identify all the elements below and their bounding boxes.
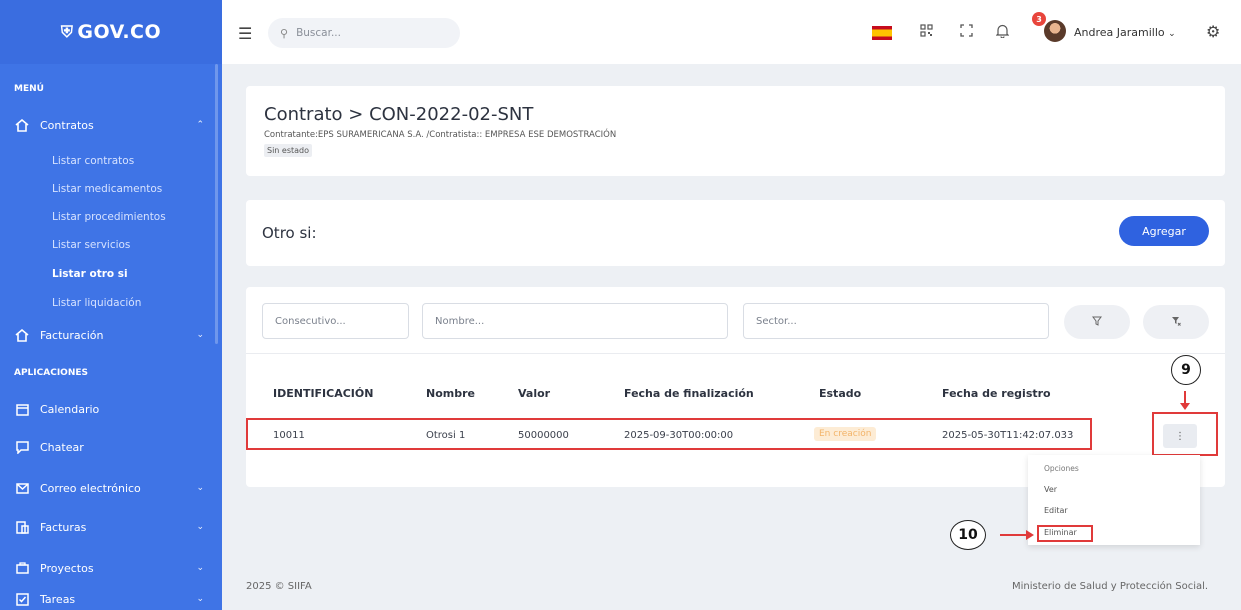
chevron-down-icon: ⌄ (196, 594, 204, 604)
home-icon (14, 118, 30, 132)
home-icon (14, 328, 30, 342)
sidebar-item-facturacion[interactable]: Facturación ⌄ (14, 328, 204, 342)
step-marker-9: 9 (1171, 355, 1201, 385)
footer-copyright: 2025 © SIIFA (246, 581, 312, 592)
add-button[interactable]: Agregar (1119, 216, 1209, 246)
qr-grid-icon[interactable] (920, 24, 933, 41)
task-icon (14, 592, 30, 606)
search-icon: ⚲ (280, 26, 289, 40)
gear-icon[interactable]: ⚙ (1206, 22, 1220, 41)
sidebar-scrollbar[interactable] (215, 64, 218, 344)
clear-filter-icon (1171, 316, 1181, 329)
contract-header-card: Contrato > CON-2022-02-SNT Contratante:E… (246, 86, 1225, 176)
contract-parties: Contratante:EPS SURAMERICANA S.A. /Contr… (264, 130, 617, 140)
sidebar-item-chatear[interactable]: Chatear (14, 440, 204, 454)
consecutivo-filter-input[interactable]: Consecutivo... (262, 303, 409, 339)
column-header-nombre: Nombre (426, 387, 475, 400)
sidebar-item-label: Calendario (40, 402, 100, 416)
logo-text: GOV.CO (77, 21, 162, 43)
page-title: Contrato > CON-2022-02-SNT (264, 104, 534, 125)
menu-item-ver[interactable]: Ver (1044, 485, 1057, 494)
table-row-highlight (246, 418, 1092, 450)
footer-ministry: Ministerio de Salud y Protección Social. (1012, 581, 1209, 592)
sidebar-item-contratos[interactable]: Contratos ⌃ (14, 118, 204, 132)
annotation-highlight-box (1152, 412, 1218, 456)
column-header-fecha-finalizacion: Fecha de finalización (624, 387, 754, 400)
briefcase-icon (14, 561, 30, 575)
chevron-down-icon: ⌄ (196, 330, 204, 340)
column-header-identificacion: IDENTIFICACIÓN (273, 387, 374, 400)
divider (246, 353, 1225, 354)
invoice-icon (14, 520, 30, 534)
column-header-estado: Estado (819, 387, 862, 400)
annotation-highlight-box (1037, 525, 1093, 542)
column-header-valor: Valor (518, 387, 551, 400)
nombre-filter-input[interactable]: Nombre... (422, 303, 728, 339)
filter-icon (1092, 316, 1102, 329)
sidebar-item-label: Facturas (40, 520, 87, 534)
user-name: Andrea Jaramillo (1074, 26, 1165, 39)
annotation-arrow-head (1026, 530, 1034, 540)
sidebar-item-label: Facturación (40, 328, 104, 342)
clear-filter-button[interactable] (1143, 305, 1209, 339)
sidebar-item-label: Tareas (40, 592, 76, 606)
bell-icon[interactable] (995, 24, 1010, 42)
sidebar: ⛨ GOV.CO MENÚ Contratos ⌃ Listar contrat… (0, 0, 222, 610)
sidebar-subitem-listar-liquidacion[interactable]: Listar liquidación (52, 297, 141, 309)
logo-bar: ⛨ GOV.CO (0, 0, 222, 64)
chevron-up-icon: ⌃ (196, 120, 204, 130)
spain-flag-icon[interactable] (872, 26, 892, 40)
avatar[interactable] (1044, 20, 1066, 42)
column-header-fecha-registro: Fecha de registro (942, 387, 1051, 400)
sidebar-item-label: Proyectos (40, 561, 94, 575)
sector-filter-input[interactable]: Sector... (743, 303, 1049, 339)
mail-icon (14, 481, 30, 495)
top-bar: ☰ ⚲ Buscar... 3 Andrea Jaramillo ⌄ ⚙ (222, 0, 1241, 64)
chevron-down-icon: ⌄ (1168, 29, 1176, 39)
otrosi-header-card: Otro si: Agregar (246, 200, 1225, 266)
menu-header: MENÚ (14, 84, 44, 94)
search-input[interactable]: ⚲ Buscar... (268, 18, 460, 48)
apps-header: APLICACIONES (14, 368, 88, 378)
dropdown-header: Opciones (1044, 464, 1079, 473)
sidebar-item-facturas[interactable]: Facturas ⌄ (14, 520, 204, 534)
chevron-down-icon: ⌄ (196, 483, 204, 493)
sidebar-item-calendario[interactable]: Calendario (14, 402, 204, 416)
sidebar-subitem-listar-otro-si[interactable]: Listar otro si (52, 268, 128, 280)
sidebar-item-label: Correo electrónico (40, 481, 141, 495)
sidebar-subitem-listar-medicamentos[interactable]: Listar medicamentos (52, 183, 162, 195)
sidebar-item-correo[interactable]: Correo electrónico ⌄ (14, 481, 204, 495)
annotation-arrow (1000, 534, 1028, 536)
status-badge: Sin estado (264, 144, 313, 157)
shield-icon: ⛨ (60, 22, 74, 41)
step-marker-10: 10 (950, 520, 986, 550)
calendar-icon (14, 402, 30, 416)
chevron-down-icon: ⌄ (196, 522, 204, 532)
sidebar-subitem-listar-contratos[interactable]: Listar contratos (52, 155, 134, 167)
hamburger-menu-icon[interactable]: ☰ (238, 24, 252, 43)
user-menu[interactable]: Andrea Jaramillo ⌄ (1074, 26, 1176, 39)
sidebar-item-label: Chatear (40, 440, 84, 454)
search-placeholder: Buscar... (296, 27, 341, 39)
annotation-arrow-head (1180, 403, 1190, 410)
sidebar-subitem-listar-servicios[interactable]: Listar servicios (52, 239, 130, 251)
gov-co-logo[interactable]: ⛨ GOV.CO (61, 21, 161, 43)
fullscreen-icon[interactable] (960, 24, 973, 41)
sidebar-subitem-listar-procedimientos[interactable]: Listar procedimientos (52, 211, 166, 223)
chat-icon (14, 440, 30, 454)
chevron-down-icon: ⌄ (196, 563, 204, 573)
filter-button[interactable] (1064, 305, 1130, 339)
sidebar-item-proyectos[interactable]: Proyectos ⌄ (14, 561, 204, 575)
sidebar-item-label: Contratos (40, 118, 94, 132)
sidebar-item-tareas[interactable]: Tareas ⌄ (14, 592, 204, 606)
menu-item-editar[interactable]: Editar (1044, 506, 1068, 515)
section-title: Otro si: (262, 224, 317, 242)
notification-badge: 3 (1032, 12, 1046, 26)
